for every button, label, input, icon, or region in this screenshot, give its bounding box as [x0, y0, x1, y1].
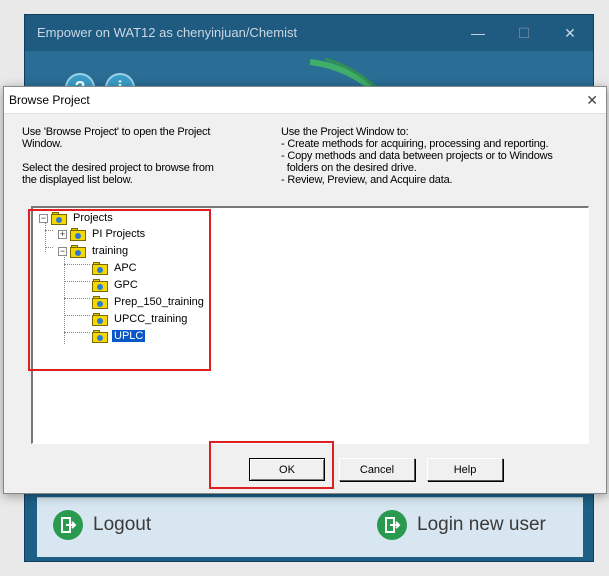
instruction-line	[22, 150, 214, 162]
ok-highlight-box	[209, 441, 334, 489]
instruction-line: - Create methods for acquiring, processi…	[281, 138, 549, 150]
instruction-line: - Review, Preview, and Acquire data.	[281, 174, 453, 186]
help-button[interactable]: Help	[427, 458, 503, 481]
tree-highlight-box	[28, 209, 211, 371]
dialog-title-bar: Browse Project ✕	[4, 87, 606, 114]
empower-title-bar: Empower on WAT12 as chenyinjuan/Chemist …	[25, 15, 593, 51]
login-new-user-button[interactable]: Login new user	[377, 510, 546, 540]
maximize-button[interactable]: ☐	[501, 15, 547, 51]
cancel-button[interactable]: Cancel	[339, 458, 415, 481]
login-new-user-label: Login new user	[417, 514, 546, 535]
instruction-line: the displayed list below.	[22, 174, 133, 186]
instructions-left: Use 'Browse Project' to open the Project…	[22, 126, 214, 186]
instruction-line: folders on the desired drive.	[281, 162, 417, 174]
instruction-line: Select the desired project to browse fro…	[22, 162, 214, 174]
instruction-line: - Copy methods and data between projects…	[281, 150, 553, 162]
empower-window-title: Empower on WAT12 as chenyinjuan/Chemist	[37, 25, 298, 40]
close-window-button[interactable]: ✕	[547, 15, 593, 51]
logout-icon	[53, 510, 83, 540]
instruction-line: Use the Project Window to:	[281, 126, 409, 138]
logout-button[interactable]: Logout	[53, 510, 151, 540]
login-icon	[377, 510, 407, 540]
instruction-line: Window.	[22, 138, 63, 150]
logout-label: Logout	[93, 514, 152, 535]
instruction-line: Use 'Browse Project' to open the Project	[22, 126, 211, 138]
instructions-right: Use the Project Window to: - Create meth…	[281, 126, 553, 186]
minimize-button[interactable]: —	[455, 15, 501, 51]
dialog-title: Browse Project	[9, 93, 90, 107]
dialog-close-button[interactable]: ✕	[586, 87, 598, 114]
login-actions-panel: Logout Login new user	[37, 497, 583, 557]
